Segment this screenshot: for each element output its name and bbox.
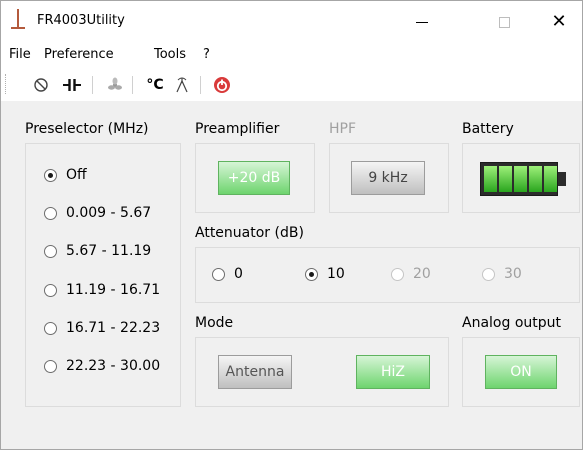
- power-cycle-icon[interactable]: [31, 75, 51, 95]
- radio-icon: [44, 321, 57, 335]
- fan-icon[interactable]: [105, 75, 125, 95]
- button-label: +20 dB: [227, 170, 281, 186]
- radio-label: 11.19 - 16.71: [66, 282, 161, 298]
- radio-label: 10: [327, 266, 345, 282]
- preselector-option-3[interactable]: 11.19 - 16.71: [44, 282, 160, 298]
- analog-output-label: Analog output: [462, 315, 561, 331]
- minimize-icon: [416, 21, 428, 23]
- preselector-option-4[interactable]: 16.71 - 22.23: [44, 320, 160, 336]
- title-bar: FR4003Utility ✕: [1, 1, 582, 43]
- radio-label: 20: [413, 266, 431, 282]
- attenuator-label: Attenuator (dB): [195, 225, 304, 241]
- radio-label: 0: [234, 266, 243, 282]
- shutdown-icon[interactable]: [212, 75, 232, 95]
- preamplifier-button[interactable]: +20 dB: [218, 161, 290, 195]
- radio-icon: [44, 359, 57, 373]
- toolbar-separator: [132, 76, 133, 94]
- antenna-icon[interactable]: [172, 75, 192, 95]
- preselector-option-off[interactable]: Off: [44, 167, 87, 183]
- radio-icon: [44, 283, 57, 297]
- main-panel: Preselector (MHz) Off 0.009 - 5.67 5.67 …: [1, 101, 582, 449]
- attenuator-option-20[interactable]: 20: [391, 266, 431, 282]
- menu-preference[interactable]: Preference: [44, 47, 114, 62]
- hpf-button[interactable]: 9 kHz: [351, 161, 425, 195]
- battery-label: Battery: [462, 121, 514, 137]
- antenna-mode-button[interactable]: Antenna: [218, 355, 292, 389]
- close-button[interactable]: ✕: [536, 1, 582, 43]
- battery-icon: [480, 162, 566, 196]
- toolbar-grip: [5, 74, 8, 94]
- hpf-group: 9 kHz: [329, 143, 449, 213]
- preselector-label: Preselector (MHz): [25, 121, 149, 137]
- attenuator-option-0[interactable]: 0: [212, 266, 243, 282]
- preselector-option-1[interactable]: 0.009 - 5.67: [44, 205, 151, 221]
- radio-icon: [482, 267, 495, 281]
- menu-file[interactable]: File: [9, 47, 31, 62]
- menu-help[interactable]: ?: [203, 47, 210, 62]
- radio-label: 5.67 - 11.19: [66, 243, 152, 259]
- minimize-button[interactable]: [399, 1, 445, 43]
- analog-output-button[interactable]: ON: [485, 355, 557, 389]
- maximize-icon: [498, 16, 510, 28]
- toolbar-separator: [92, 76, 93, 94]
- radio-icon: [212, 267, 225, 281]
- app-logo-icon: [11, 9, 25, 31]
- toolbar-separator: [200, 76, 201, 94]
- radio-icon: [44, 206, 57, 220]
- radio-icon: [44, 244, 57, 258]
- radio-label: 0.009 - 5.67: [66, 205, 152, 221]
- capacitor-icon[interactable]: [62, 75, 82, 95]
- radio-label: 22.23 - 30.00: [66, 358, 161, 374]
- radio-label: 30: [504, 266, 522, 282]
- button-label: HiZ: [380, 364, 405, 380]
- close-icon: ✕: [551, 11, 567, 32]
- analog-output-group: ON: [462, 337, 580, 407]
- preamplifier-group: +20 dB: [195, 143, 315, 213]
- radio-label: Off: [66, 167, 87, 183]
- button-label: 9 kHz: [368, 170, 408, 186]
- preselector-option-5[interactable]: 22.23 - 30.00: [44, 358, 160, 374]
- attenuator-group: 0 10 20 30: [195, 247, 580, 303]
- app-window: FR4003Utility ✕ File Preference Tools ? …: [0, 0, 583, 450]
- radio-label: 16.71 - 22.23: [66, 320, 161, 336]
- maximize-button[interactable]: [481, 1, 527, 43]
- radio-selected-icon: [44, 168, 57, 182]
- toolbar: °C: [1, 67, 582, 102]
- button-label: Antenna: [225, 364, 285, 380]
- preselector-group: Off 0.009 - 5.67 5.67 - 11.19 11.19 - 16…: [25, 143, 181, 407]
- button-label: ON: [510, 364, 532, 380]
- mode-label: Mode: [195, 315, 234, 331]
- temperature-icon[interactable]: °C: [145, 75, 165, 95]
- radio-selected-icon: [305, 267, 318, 281]
- attenuator-option-30[interactable]: 30: [482, 266, 522, 282]
- window-title: FR4003Utility: [37, 13, 125, 28]
- preselector-option-2[interactable]: 5.67 - 11.19: [44, 243, 151, 259]
- radio-icon: [391, 267, 404, 281]
- preamplifier-label: Preamplifier: [195, 121, 280, 137]
- hiz-mode-button[interactable]: HiZ: [356, 355, 430, 389]
- mode-group: Antenna HiZ: [195, 337, 449, 407]
- attenuator-option-10[interactable]: 10: [305, 266, 345, 282]
- hpf-label: HPF: [329, 121, 357, 137]
- menu-tools[interactable]: Tools: [154, 47, 186, 62]
- menu-bar: File Preference Tools ?: [1, 43, 582, 67]
